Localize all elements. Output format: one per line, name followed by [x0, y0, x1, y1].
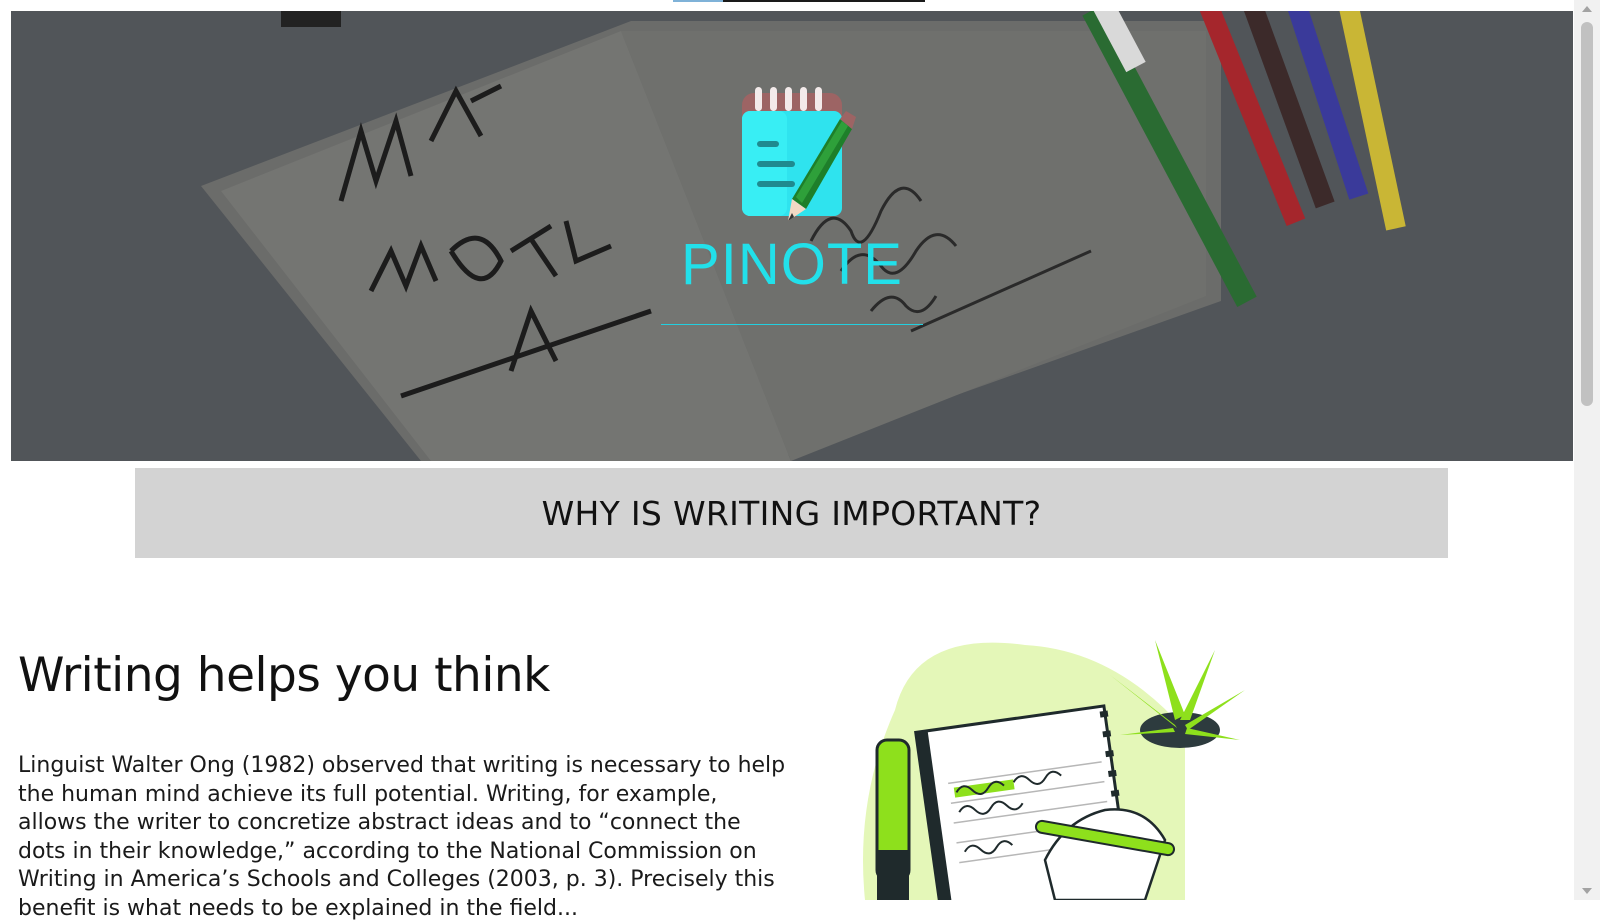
article-body: Linguist Walter Ong (1982) observed that… — [18, 753, 786, 921]
section-heading: WHY IS WRITING IMPORTANT? — [541, 493, 1042, 533]
article-title: Writing helps you think — [18, 648, 550, 703]
page-scrollbar[interactable] — [1574, 0, 1600, 900]
notepad-pencil-icon — [722, 81, 862, 226]
scroll-up-icon[interactable] — [1582, 6, 1592, 12]
reading-progress-fill — [673, 0, 724, 2]
brand-divider — [661, 324, 923, 325]
hero-banner: PINOTE — [11, 11, 1573, 461]
scroll-down-icon[interactable] — [1582, 888, 1592, 894]
brand-name: PINOTE — [681, 232, 903, 297]
scrollbar-thumb[interactable] — [1581, 22, 1593, 406]
reading-progress-bar — [673, 0, 925, 2]
section-banner: WHY IS WRITING IMPORTANT? — [135, 468, 1448, 558]
person-writing-notebook-icon — [855, 620, 1255, 923]
